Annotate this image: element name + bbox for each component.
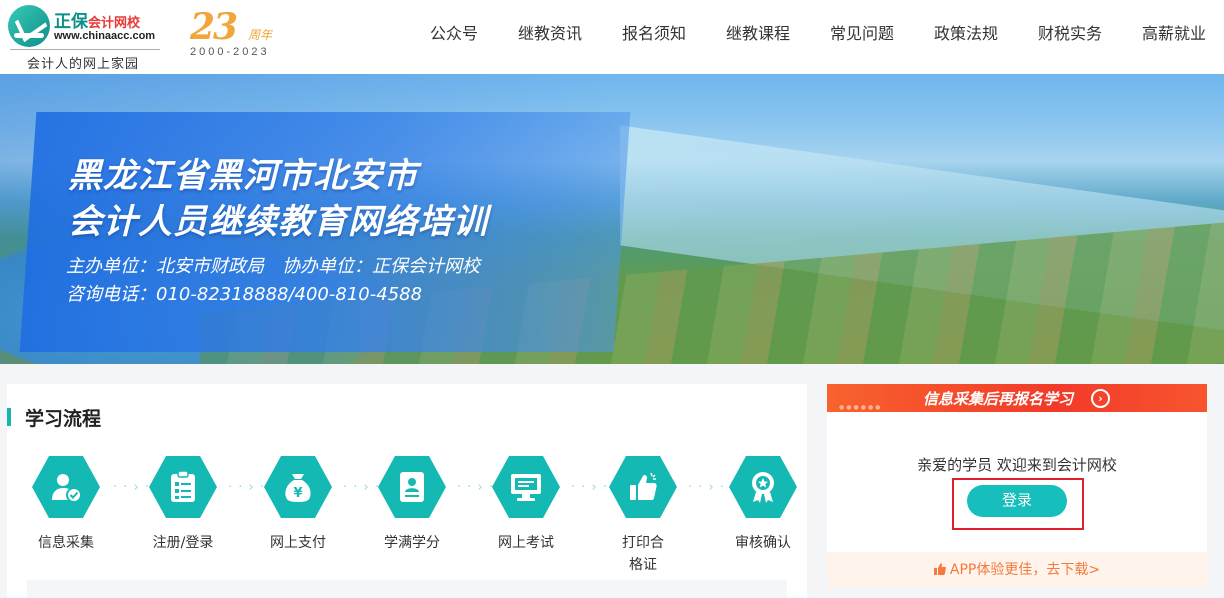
flow-step-icon-wrap[interactable]: ¥ xyxy=(264,456,332,518)
thumbs-up-icon xyxy=(630,472,657,500)
flow-step-earn-credits[interactable]: 学满学分 xyxy=(362,456,462,554)
flow-step-label: 打印合格证 xyxy=(622,535,664,573)
section-accent-bar xyxy=(7,408,11,426)
flow-step-icon-wrap[interactable] xyxy=(609,456,677,518)
flow-step-review-confirm[interactable]: 审核确认 xyxy=(713,456,813,554)
money-bag-icon: ¥ xyxy=(285,474,311,502)
clipboard-list-icon xyxy=(171,470,195,502)
welcome-message: 亲爱的学员 欢迎来到会计网校 xyxy=(917,456,1117,474)
logo-name: 正保会计网校 xyxy=(54,7,140,32)
award-medal-icon xyxy=(752,472,774,503)
flow-step-icon-wrap[interactable] xyxy=(729,456,797,518)
flow-step-info-collection[interactable]: 信息采集 xyxy=(16,456,116,554)
monitor-icon xyxy=(511,474,541,501)
banner-title-line2: 会计人员继续教育网络培训 xyxy=(68,202,488,242)
banner-co-host: 协办单位：正保会计网校 xyxy=(282,256,480,277)
banner-host: 主办单位：北安市财政局 xyxy=(66,256,264,277)
flow-card-footer xyxy=(27,580,787,598)
nav-item-news[interactable]: 继教资讯 xyxy=(518,20,582,44)
flow-step-label: 网上考试 xyxy=(498,535,554,551)
hero-banner: 黑龙江省黑河市北安市 会计人员继续教育网络培训 主办单位：北安市财政局 协办单位：… xyxy=(0,74,1224,364)
logo-name-part1: 正保 xyxy=(54,12,88,32)
flow-step-label: 学满学分 xyxy=(384,535,440,551)
nav-item-official-account[interactable]: 公众号 xyxy=(430,20,478,44)
login-panel: ●●●●●● 信息采集后再报名学习 › 亲爱的学员 欢迎来到会计网校 登录 AP… xyxy=(827,384,1207,588)
study-flow-title: 学习流程 xyxy=(25,408,102,430)
login-button[interactable]: 登录 xyxy=(967,485,1067,517)
anniversary-unit: 周年 xyxy=(248,28,273,42)
anniversary-badge: 23 周年 2000-2023 xyxy=(186,6,296,64)
flow-step-icon-wrap[interactable] xyxy=(32,456,100,518)
svg-text:¥: ¥ xyxy=(293,486,302,501)
flow-step-label: 注册/登录 xyxy=(152,535,214,551)
site-logo[interactable]: 正保会计网校 www.chinaacc.com 会计人的网上家园 xyxy=(6,3,160,72)
flow-step-label: 信息采集 xyxy=(38,535,94,551)
anniversary-years: 2000-2023 xyxy=(190,46,270,58)
flow-step-icon-wrap[interactable] xyxy=(492,456,560,518)
app-download-link[interactable]: APP体验更佳，去下载> xyxy=(933,562,1101,578)
flow-step-online-payment[interactable]: ¥ 网上支付 xyxy=(248,456,348,554)
banner-title-line1: 黑龙江省黑河市北安市 xyxy=(68,156,418,196)
logo-divider xyxy=(10,49,160,50)
info-collection-banner-text[interactable]: 信息采集后再报名学习 xyxy=(923,388,1073,409)
banner-decoration: ●●●●●● xyxy=(839,404,883,411)
profile-card-icon xyxy=(400,472,424,502)
logo-url: www.chinaacc.com xyxy=(54,30,156,42)
nav-item-jobs[interactable]: 高薪就业 xyxy=(1142,20,1206,44)
flow-step-print-certificate[interactable]: 打印合格证 xyxy=(593,456,693,576)
info-collection-banner[interactable]: ●●●●●● 信息采集后再报名学习 › xyxy=(827,384,1207,412)
flow-step-label: 审核确认 xyxy=(735,535,791,551)
site-header: 正保会计网校 www.chinaacc.com 会计人的网上家园 23 周年 2… xyxy=(0,0,1224,74)
banner-organizers: 主办单位：北安市财政局 协办单位：正保会计网校 xyxy=(66,252,480,278)
logo-slogan: 会计人的网上家园 xyxy=(26,57,139,72)
chevron-right-circle-icon[interactable]: › xyxy=(1091,389,1110,408)
nav-item-tax-practice[interactable]: 财税实务 xyxy=(1038,20,1102,44)
flow-step-register-login[interactable]: 注册/登录 xyxy=(133,456,233,554)
logo-mark-icon xyxy=(8,5,50,47)
study-flow-card: 学习流程 信息采集 · · › · 注册/登录 · · › · ¥ 网上支付 ·… xyxy=(7,384,807,598)
anniversary-number: 23 xyxy=(190,6,238,48)
banner-phone: 咨询电话：010-82318888/400-810-4588 xyxy=(66,284,423,305)
flow-step-icon-wrap[interactable] xyxy=(149,456,217,518)
app-download-text: APP体验更佳，去下载> xyxy=(949,562,1101,578)
nav-item-courses[interactable]: 继教课程 xyxy=(726,20,790,44)
flow-step-online-exam[interactable]: 网上考试 xyxy=(476,456,576,554)
nav-item-policies[interactable]: 政策法规 xyxy=(934,20,998,44)
flow-step-label: 网上支付 xyxy=(270,535,326,551)
logo-name-part2: 会计网校 xyxy=(88,16,141,31)
app-download-bar[interactable]: APP体验更佳，去下载> xyxy=(827,552,1207,588)
nav-item-faq[interactable]: 常见问题 xyxy=(830,20,894,44)
user-check-icon xyxy=(52,474,82,503)
thumbs-up-icon xyxy=(933,563,946,575)
nav-item-registration-notice[interactable]: 报名须知 xyxy=(622,20,686,44)
flow-step-icon-wrap[interactable] xyxy=(378,456,446,518)
